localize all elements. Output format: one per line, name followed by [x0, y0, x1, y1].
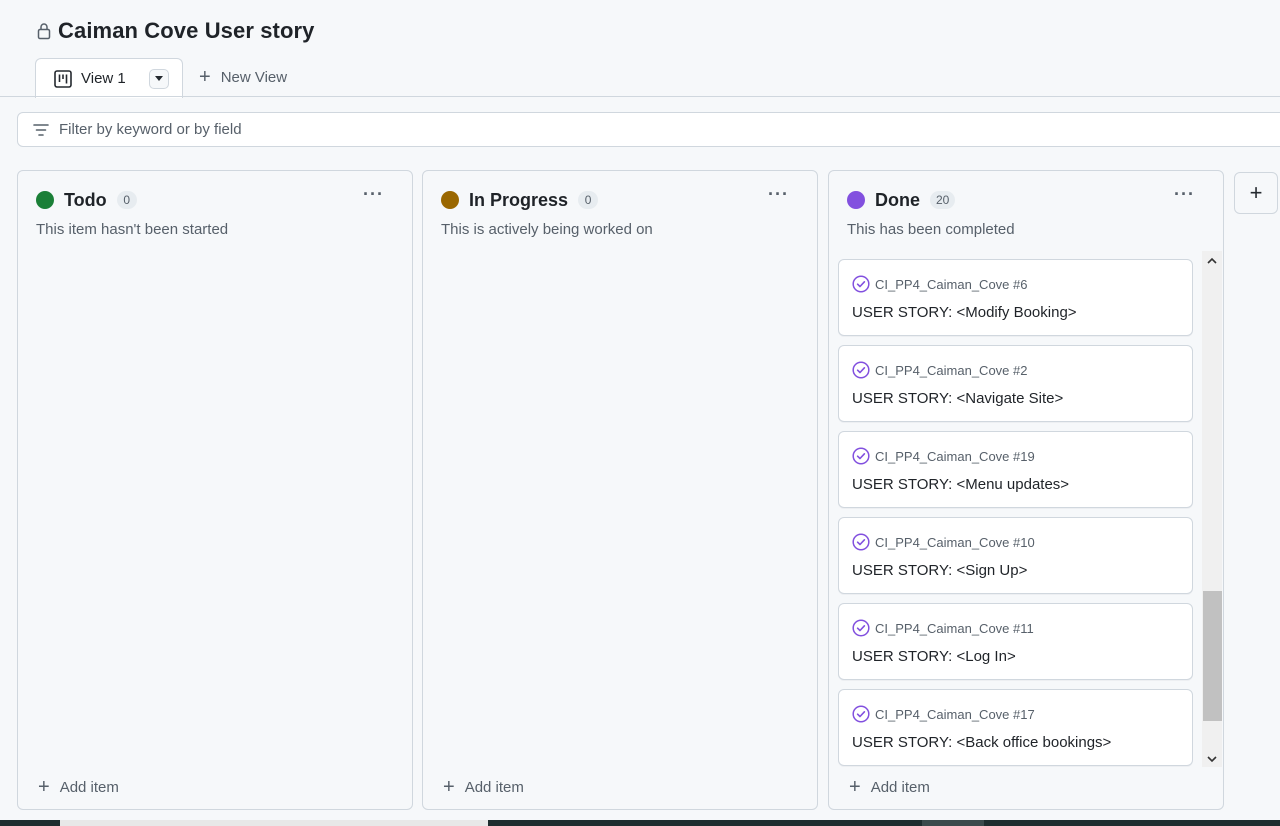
column-todo: Todo 0 ··· This item hasn't been started… [17, 170, 413, 810]
item-count-badge: 20 [930, 191, 956, 209]
add-item-button[interactable]: + Add item [849, 777, 930, 797]
issue-closed-icon [852, 619, 870, 637]
column-menu-icon[interactable]: ··· [363, 185, 384, 203]
tab-label: View 1 [81, 70, 126, 87]
status-dot-icon [441, 191, 459, 209]
plus-icon: + [849, 776, 861, 798]
add-item-label: Add item [464, 778, 524, 796]
issue-card[interactable]: CI_PP4_Caiman_Cove #2 USER STORY: <Navig… [838, 345, 1193, 422]
column-description: This item hasn't been started [36, 221, 229, 238]
card-meta: CI_PP4_Caiman_Cove #6 [852, 275, 1027, 293]
column-description: This has been completed [847, 221, 1015, 238]
add-item-label: Add item [870, 778, 930, 796]
lock-icon [36, 22, 52, 40]
issue-reference[interactable]: CI_PP4_Caiman_Cove #17 [875, 707, 1035, 722]
scrollbar[interactable] [1202, 251, 1222, 767]
filter-input[interactable]: Filter by keyword or by field [17, 112, 1280, 147]
issue-card[interactable]: CI_PP4_Caiman_Cove #10 USER STORY: <Sign… [838, 517, 1193, 594]
card-meta: CI_PP4_Caiman_Cove #11 [852, 619, 1034, 637]
card-meta: CI_PP4_Caiman_Cove #10 [852, 533, 1035, 551]
column-menu-icon[interactable]: ··· [768, 185, 789, 203]
header-divider [0, 96, 1280, 97]
cards-list: CI_PP4_Caiman_Cove #6 USER STORY: <Modif… [838, 251, 1223, 767]
filter-placeholder: Filter by keyword or by field [59, 121, 242, 138]
issue-reference[interactable]: CI_PP4_Caiman_Cove #10 [875, 535, 1035, 550]
column-title: Todo [64, 189, 107, 210]
issue-closed-icon [852, 275, 870, 293]
tab-view-1[interactable]: View 1 [35, 58, 183, 98]
issue-card[interactable]: CI_PP4_Caiman_Cove #6 USER STORY: <Modif… [838, 259, 1193, 336]
issue-title[interactable]: USER STORY: <Menu updates> [852, 476, 1069, 493]
column-title: In Progress [469, 189, 569, 210]
card-meta: CI_PP4_Caiman_Cove #17 [852, 705, 1035, 723]
view-options-button[interactable] [148, 68, 169, 89]
issue-title[interactable]: USER STORY: <Sign Up> [852, 562, 1027, 579]
status-dot-icon [36, 191, 54, 209]
issue-reference[interactable]: CI_PP4_Caiman_Cove #2 [875, 363, 1027, 378]
add-item-label: Add item [59, 778, 119, 796]
new-view-label: New View [220, 68, 288, 86]
issue-closed-icon [852, 447, 870, 465]
issue-closed-icon [852, 705, 870, 723]
column-header: Todo 0 [36, 189, 137, 211]
page-title: Caiman Cove User story [58, 18, 315, 43]
board-icon [54, 69, 72, 88]
issue-closed-icon [852, 533, 870, 551]
plus-icon: + [1249, 180, 1263, 205]
taskbar-segment [60, 820, 488, 826]
new-view-button[interactable]: + New View [183, 57, 287, 97]
column-title: Done [875, 189, 920, 210]
add-column-button[interactable]: + [1234, 172, 1278, 214]
column-in-progress: In Progress 0 ··· This is actively being… [422, 170, 818, 810]
column-header: In Progress 0 [441, 189, 599, 211]
add-item-button[interactable]: + Add item [38, 777, 119, 797]
issue-closed-icon [852, 361, 870, 379]
issue-reference[interactable]: CI_PP4_Caiman_Cove #11 [875, 621, 1034, 636]
plus-icon: + [38, 776, 50, 798]
scroll-down-icon[interactable] [1206, 752, 1218, 764]
issue-title[interactable]: USER STORY: <Modify Booking> [852, 304, 1077, 321]
caret-down-icon [154, 76, 163, 81]
issue-reference[interactable]: CI_PP4_Caiman_Cove #6 [875, 277, 1027, 292]
taskbar-strip [0, 820, 1280, 826]
project-header: Caiman Cove User story View 1 + New View [0, 0, 1280, 98]
column-header: Done 20 [847, 189, 956, 211]
scrollbar-thumb[interactable] [1203, 591, 1222, 721]
add-item-button[interactable]: + Add item [443, 777, 524, 797]
view-tabs: View 1 + New View [35, 57, 287, 98]
plus-icon: + [443, 776, 455, 798]
issue-title[interactable]: USER STORY: <Back office bookings> [852, 734, 1111, 751]
item-count-badge: 0 [578, 191, 599, 209]
column-description: This is actively being worked on [441, 221, 653, 238]
issue-card[interactable]: CI_PP4_Caiman_Cove #19 USER STORY: <Menu… [838, 431, 1193, 508]
taskbar-segment [922, 820, 984, 826]
filter-icon [33, 123, 49, 137]
title-row: Caiman Cove User story [36, 18, 315, 44]
card-meta: CI_PP4_Caiman_Cove #2 [852, 361, 1027, 379]
issue-card[interactable]: CI_PP4_Caiman_Cove #11 USER STORY: <Log … [838, 603, 1193, 680]
card-meta: CI_PP4_Caiman_Cove #19 [852, 447, 1035, 465]
scroll-up-icon[interactable] [1206, 254, 1218, 266]
item-count-badge: 0 [116, 191, 137, 209]
plus-icon: + [199, 66, 211, 88]
column-menu-icon[interactable]: ··· [1174, 185, 1195, 203]
issue-reference[interactable]: CI_PP4_Caiman_Cove #19 [875, 449, 1035, 464]
issue-card[interactable]: CI_PP4_Caiman_Cove #17 USER STORY: <Back… [838, 689, 1193, 766]
issue-title[interactable]: USER STORY: <Navigate Site> [852, 390, 1063, 407]
issue-title[interactable]: USER STORY: <Log In> [852, 648, 1016, 665]
column-done: Done 20 ··· This has been completed CI_P… [828, 170, 1224, 810]
status-dot-icon [847, 191, 865, 209]
